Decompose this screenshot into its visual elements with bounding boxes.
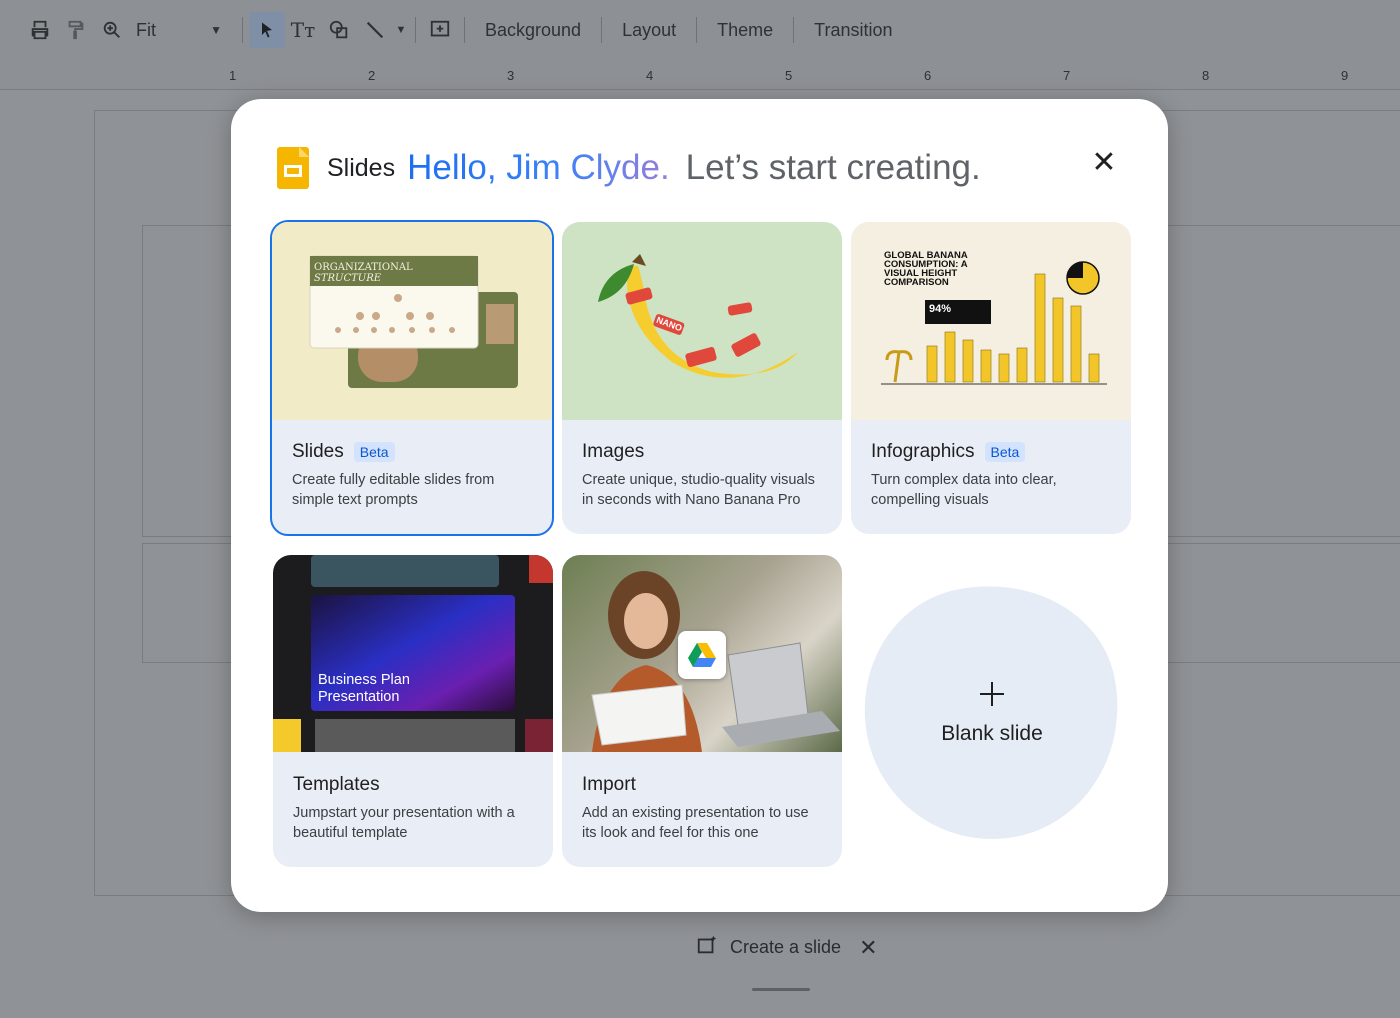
line-icon[interactable]: [357, 12, 393, 48]
create-slide-chip[interactable]: Create a slide ✕: [696, 934, 878, 961]
scroll-indicator: [752, 988, 810, 991]
template-title-line-2: Presentation: [318, 689, 400, 705]
infographic-preview-image: GLOBAL BANANA CONSUMPTION: A VISUAL HEIG…: [851, 222, 1131, 420]
card-title: Import: [582, 774, 636, 796]
subgreeting: Let’s start creating.: [685, 148, 981, 187]
ruler-mark: 5: [785, 68, 793, 83]
ruler-mark: 9: [1341, 68, 1349, 83]
menu-layout[interactable]: Layout: [608, 20, 690, 41]
template-title-line-1: Business Plan: [318, 672, 410, 688]
ruler-mark: 3: [507, 68, 515, 83]
menu-theme[interactable]: Theme: [703, 20, 787, 41]
slides-logo-icon: [277, 147, 309, 189]
card-description: Turn complex data into clear, compelling…: [871, 472, 1057, 508]
card-title: Slides Beta: [292, 441, 395, 463]
insert-comment-icon[interactable]: [422, 12, 458, 48]
card-title-text: Infographics: [871, 441, 975, 462]
card-description: Create fully editable slides from simple…: [292, 472, 495, 508]
zoom-icon[interactable]: [94, 12, 130, 48]
toolbar-divider: [696, 17, 698, 43]
card-templates[interactable]: Business Plan Presentation Templates Jum…: [273, 555, 553, 867]
zoom-select[interactable]: Fit ▼: [136, 20, 236, 41]
blank-slide-content[interactable]: Blank slide: [865, 585, 1119, 839]
slides-preview-image: ORGANIZATIONAL STRUCTURE: [272, 222, 552, 420]
toolbar-divider: [464, 17, 465, 43]
ruler-mark: 4: [646, 68, 654, 83]
paint-format-icon[interactable]: [58, 12, 94, 48]
app-name: Slides: [327, 153, 396, 182]
menu-transition[interactable]: Transition: [800, 20, 906, 41]
ruler-mark: 2: [368, 68, 376, 83]
zoom-value: Fit: [136, 19, 156, 40]
card-description: Jumpstart your presentation with a beaut…: [293, 805, 515, 841]
toolbar-divider: [242, 17, 243, 43]
templates-preview-image: Business Plan Presentation: [273, 555, 553, 752]
card-infographics[interactable]: GLOBAL BANANA CONSUMPTION: A VISUAL HEIG…: [851, 222, 1131, 534]
beta-badge: Beta: [353, 442, 395, 462]
ruler-mark: 1: [229, 68, 237, 83]
print-icon[interactable]: [22, 12, 58, 48]
chevron-down-icon[interactable]: ▼: [393, 12, 409, 48]
create-slide-label: Create a slide: [730, 937, 842, 957]
chevron-down-icon: ▼: [210, 23, 222, 37]
shape-icon[interactable]: [321, 12, 357, 48]
card-title: Templates: [293, 774, 380, 796]
text-box-icon[interactable]: Tт: [285, 12, 321, 48]
ruler-mark: 8: [1202, 68, 1210, 83]
editor-toolbar: Fit ▼ Tт ▼ Background Layout Theme Trans…: [0, 0, 1400, 60]
card-title-text: Import: [582, 774, 636, 795]
toolbar-divider: [415, 17, 416, 43]
card-description: Create unique, studio-quality visuals in…: [582, 472, 815, 508]
menu-background[interactable]: Background: [471, 20, 595, 41]
card-title: Images: [582, 441, 644, 463]
card-description: Add an existing presentation to use its …: [582, 805, 809, 841]
import-preview-image: [562, 555, 842, 752]
toolbar-divider: [601, 17, 603, 43]
greeting: Hello, Jim Clyde.: [407, 148, 670, 187]
card-images[interactable]: NANO Images Create unique, studio-qualit…: [562, 222, 842, 534]
org-title-line-1: ORGANIZATIONAL: [314, 262, 413, 273]
blank-slide-label: Blank slide: [941, 722, 1043, 745]
dialog-header: Slides Hello, Jim Clyde. Let’s start cre…: [277, 147, 981, 189]
card-title-text: Images: [582, 441, 645, 462]
ruler-mark: 6: [924, 68, 932, 83]
ruler-mark: 7: [1063, 68, 1071, 83]
plus-icon: [978, 678, 1006, 714]
horizontal-ruler: 1 2 3 4 5 6 7 8 9: [0, 60, 1400, 90]
card-title-text: Templates: [293, 774, 380, 795]
close-icon[interactable]: ✕: [1089, 148, 1119, 178]
card-title-text: Slides: [292, 441, 344, 462]
create-slide-icon: [696, 934, 718, 961]
beta-badge: Beta: [984, 442, 1026, 462]
banana-preview-image: NANO: [562, 222, 842, 420]
card-slides[interactable]: ORGANIZATIONAL STRUCTURE Slides Beta Cre…: [270, 220, 554, 536]
toolbar-divider: [793, 17, 795, 43]
google-drive-icon: [678, 631, 726, 679]
card-import[interactable]: Import Add an existing presentation to u…: [562, 555, 842, 867]
close-icon[interactable]: ✕: [859, 935, 877, 961]
card-title: Infographics Beta: [871, 441, 1026, 463]
start-creating-dialog: Slides Hello, Jim Clyde. Let’s start cre…: [231, 99, 1168, 912]
org-title-line-2: STRUCTURE: [314, 273, 382, 284]
select-cursor-icon[interactable]: [249, 12, 285, 48]
